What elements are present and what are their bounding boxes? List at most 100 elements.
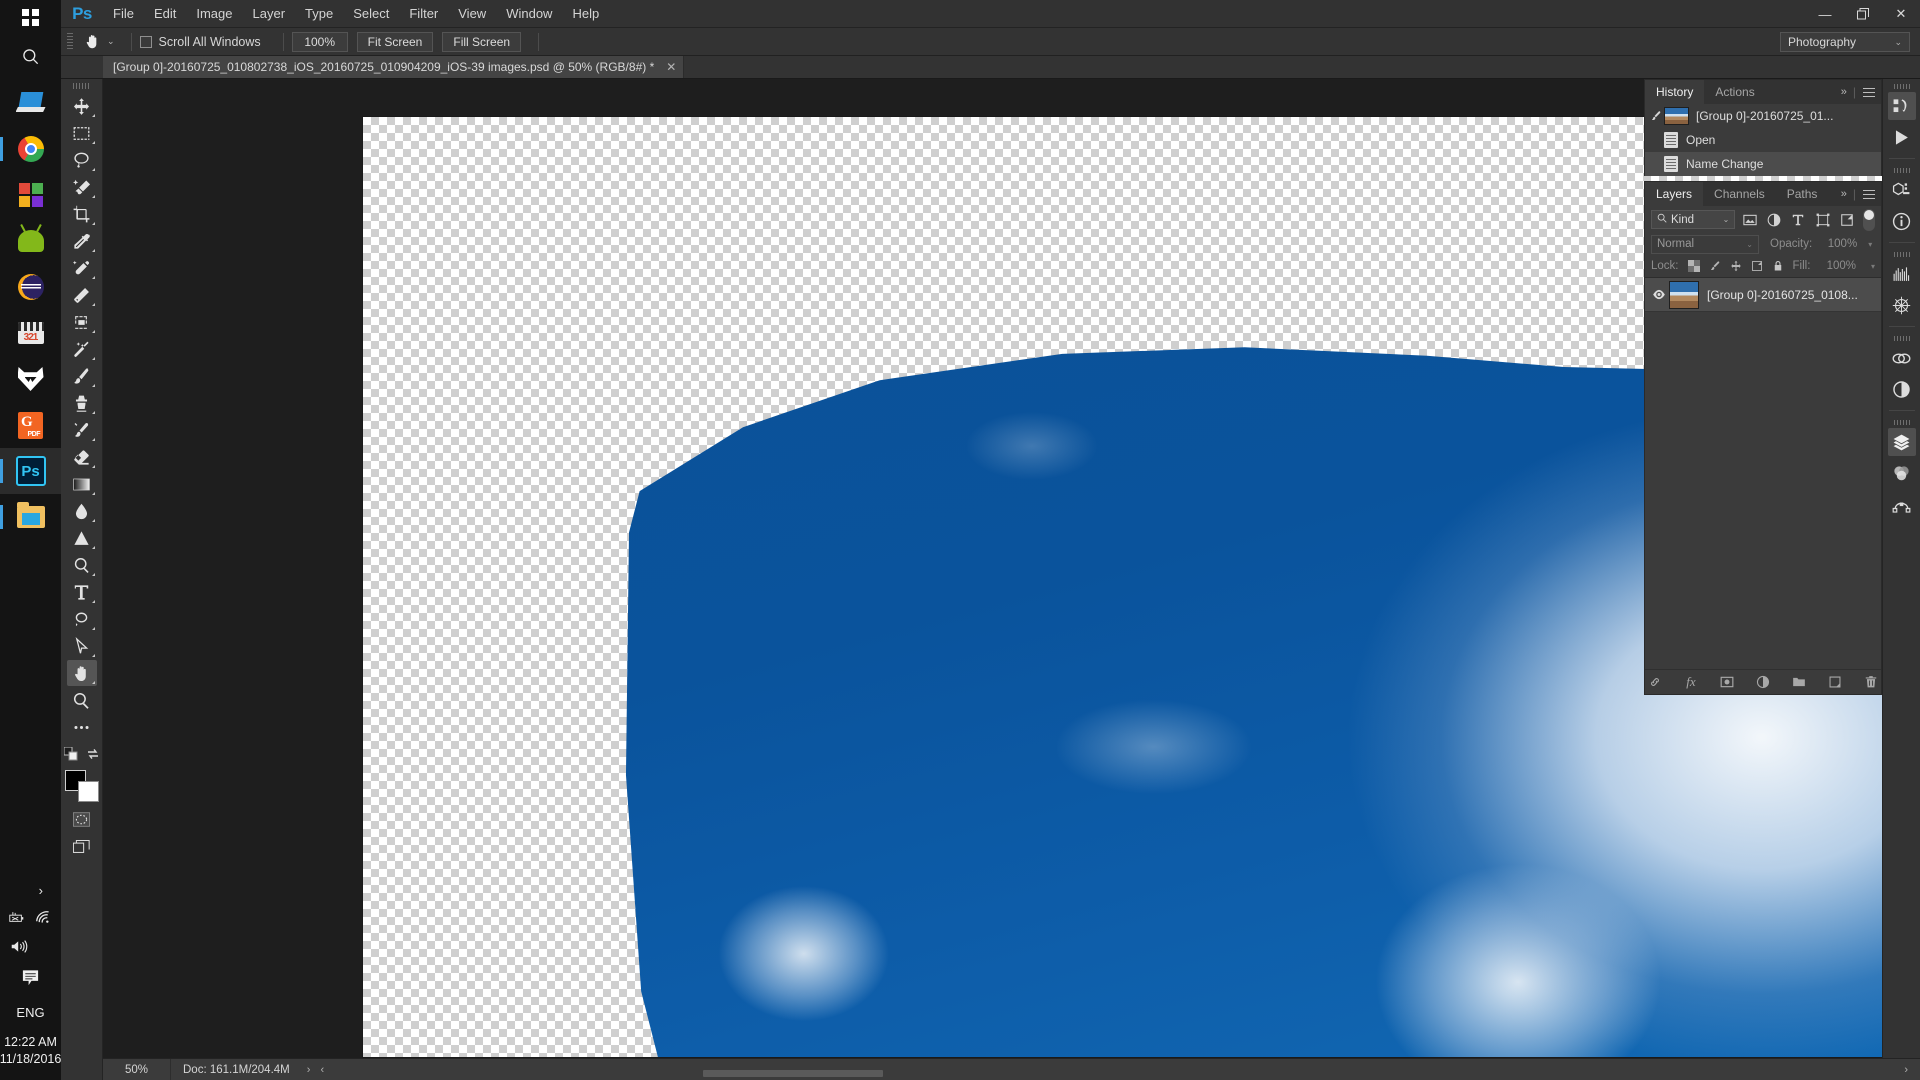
zoom-tool[interactable] [67, 687, 97, 713]
close-button[interactable]: ✕ [1882, 0, 1920, 28]
filter-pixel-icon[interactable] [1741, 210, 1759, 229]
filter-shape-icon[interactable] [1814, 210, 1832, 229]
move-tool[interactable] [67, 93, 97, 119]
tab-history[interactable]: History [1645, 80, 1704, 104]
brush-tool[interactable] [67, 363, 97, 389]
status-next-icon[interactable]: › [1904, 1064, 1908, 1076]
restore-button[interactable] [1844, 0, 1882, 28]
add-layer-mask-icon[interactable] [1719, 674, 1735, 690]
histogram-panel-icon[interactable] [1888, 260, 1916, 288]
layer-filter-kind-select[interactable]: Kind ⌄ [1651, 210, 1735, 229]
background-color-swatch[interactable] [78, 781, 99, 802]
battery-icon[interactable] [9, 911, 26, 927]
quick-selection-tool[interactable] [67, 174, 97, 200]
patch-tool[interactable] [67, 282, 97, 308]
hand-tool-icon[interactable] [79, 31, 105, 53]
gradient-tool[interactable] [67, 471, 97, 497]
menu-window[interactable]: Window [496, 0, 562, 28]
layers-collapse-icon[interactable]: » [1841, 188, 1846, 200]
taskbar-android-studio[interactable] [0, 218, 61, 264]
rail-grip-4[interactable] [1894, 336, 1910, 341]
taskbar-media-player[interactable]: 321 [0, 310, 61, 356]
color-panel-icon[interactable] [1888, 459, 1916, 487]
layer-filter-enable-toggle[interactable] [1862, 209, 1875, 231]
workspace-selector[interactable]: Photography ⌄ [1780, 32, 1910, 52]
path-selection-tool[interactable] [67, 606, 97, 632]
taskbar-microsoft-store[interactable] [0, 172, 61, 218]
history-collapse-icon[interactable]: » [1841, 86, 1846, 98]
wifi-icon[interactable] [35, 910, 52, 927]
menu-filter[interactable]: Filter [399, 0, 448, 28]
tab-actions[interactable]: Actions [1704, 80, 1765, 104]
horizontal-scrollbar[interactable] [703, 1070, 883, 1077]
history-brush-tool[interactable] [67, 417, 97, 443]
toolbar-grip[interactable] [73, 83, 91, 89]
menu-select[interactable]: Select [343, 0, 399, 28]
language-indicator[interactable]: ENG [16, 1005, 44, 1020]
history-menu-icon[interactable] [1863, 88, 1875, 97]
timeline-play-icon[interactable] [1888, 123, 1916, 151]
adjustments-panel-icon[interactable] [1888, 375, 1916, 403]
menu-type[interactable]: Type [295, 0, 343, 28]
action-center-icon[interactable] [21, 969, 40, 990]
status-zoom-level[interactable]: 50% [103, 1059, 171, 1080]
paths-panel-icon[interactable] [1888, 490, 1916, 518]
lasso-tool[interactable] [67, 147, 97, 173]
layer-visibility-eye-icon[interactable] [1649, 289, 1669, 300]
menu-edit[interactable]: Edit [144, 0, 186, 28]
swap-colors-icon[interactable] [86, 747, 100, 764]
default-colors-icon[interactable] [64, 747, 78, 764]
rail-grip-1[interactable] [1894, 84, 1910, 89]
taskbar-task-view[interactable] [0, 80, 61, 126]
layer-style-fx-icon[interactable]: fx [1683, 674, 1699, 690]
fill-screen-button[interactable]: Fill Screen [442, 32, 521, 52]
history-snapshot-row[interactable]: [Group 0]-20160725_01... [1645, 104, 1881, 128]
rail-grip-5[interactable] [1894, 420, 1910, 425]
navigator-panel-icon[interactable] [1888, 291, 1916, 319]
info-panel-icon[interactable] [1888, 207, 1916, 235]
hand-tool[interactable] [67, 660, 97, 686]
filter-type-icon[interactable] [1789, 210, 1807, 229]
crop-tool[interactable] [67, 201, 97, 227]
clock[interactable]: 12:22 AM 11/18/2016 [0, 1034, 61, 1068]
lock-image-icon[interactable] [1709, 260, 1721, 273]
color-swatches[interactable] [65, 770, 99, 802]
3d-panel-icon[interactable] [1888, 92, 1916, 120]
menu-help[interactable]: Help [562, 0, 609, 28]
tab-channels[interactable]: Channels [1703, 182, 1776, 206]
tab-layers[interactable]: Layers [1645, 182, 1703, 206]
menu-file[interactable]: File [103, 0, 144, 28]
new-group-icon[interactable] [1791, 674, 1807, 690]
zoom-100-button[interactable]: 100% [292, 32, 348, 52]
lock-position-icon[interactable] [1730, 260, 1742, 273]
layers-panel-icon[interactable] [1888, 428, 1916, 456]
tab-paths[interactable]: Paths [1776, 182, 1829, 206]
fill-caret[interactable]: ▾ [1871, 262, 1875, 271]
layers-menu-icon[interactable] [1863, 190, 1875, 199]
status-expand-icon[interactable]: › [302, 1064, 316, 1076]
new-adjustment-layer-icon[interactable] [1755, 674, 1771, 690]
eyedropper-tool[interactable] [67, 228, 97, 254]
history-state-open[interactable]: Open [1645, 128, 1881, 152]
volume-icon[interactable] [10, 939, 29, 957]
layer-name[interactable]: [Group 0]-20160725_0108... [1707, 288, 1858, 302]
eraser-tool[interactable] [67, 444, 97, 470]
rail-grip-3[interactable] [1894, 252, 1910, 257]
quick-mask-mode-button[interactable] [71, 809, 93, 829]
blend-mode-select[interactable]: Normal ⌄ [1651, 235, 1759, 254]
content-aware-move-tool[interactable] [67, 309, 97, 335]
start-button[interactable] [0, 0, 61, 34]
fill-value[interactable]: 100% [1825, 260, 1856, 272]
menu-view[interactable]: View [448, 0, 496, 28]
taskbar-pdf-reader[interactable]: G PDF [0, 402, 61, 448]
tray-expand-icon[interactable]: › [39, 883, 43, 898]
history-state-name-change[interactable]: Name Change [1645, 152, 1881, 176]
opacity-caret[interactable]: ▾ [1868, 240, 1872, 249]
filter-adjustment-icon[interactable] [1765, 210, 1783, 229]
screen-mode-button[interactable] [71, 836, 93, 856]
scroll-all-windows-checkbox[interactable]: Scroll All Windows [140, 35, 261, 49]
dodge-tool[interactable] [67, 525, 97, 551]
taskbar-foobar[interactable] [0, 356, 61, 402]
document-tab[interactable]: [Group 0]-20160725_010802738_iOS_2016072… [103, 55, 684, 78]
edit-toolbar[interactable] [67, 714, 97, 740]
